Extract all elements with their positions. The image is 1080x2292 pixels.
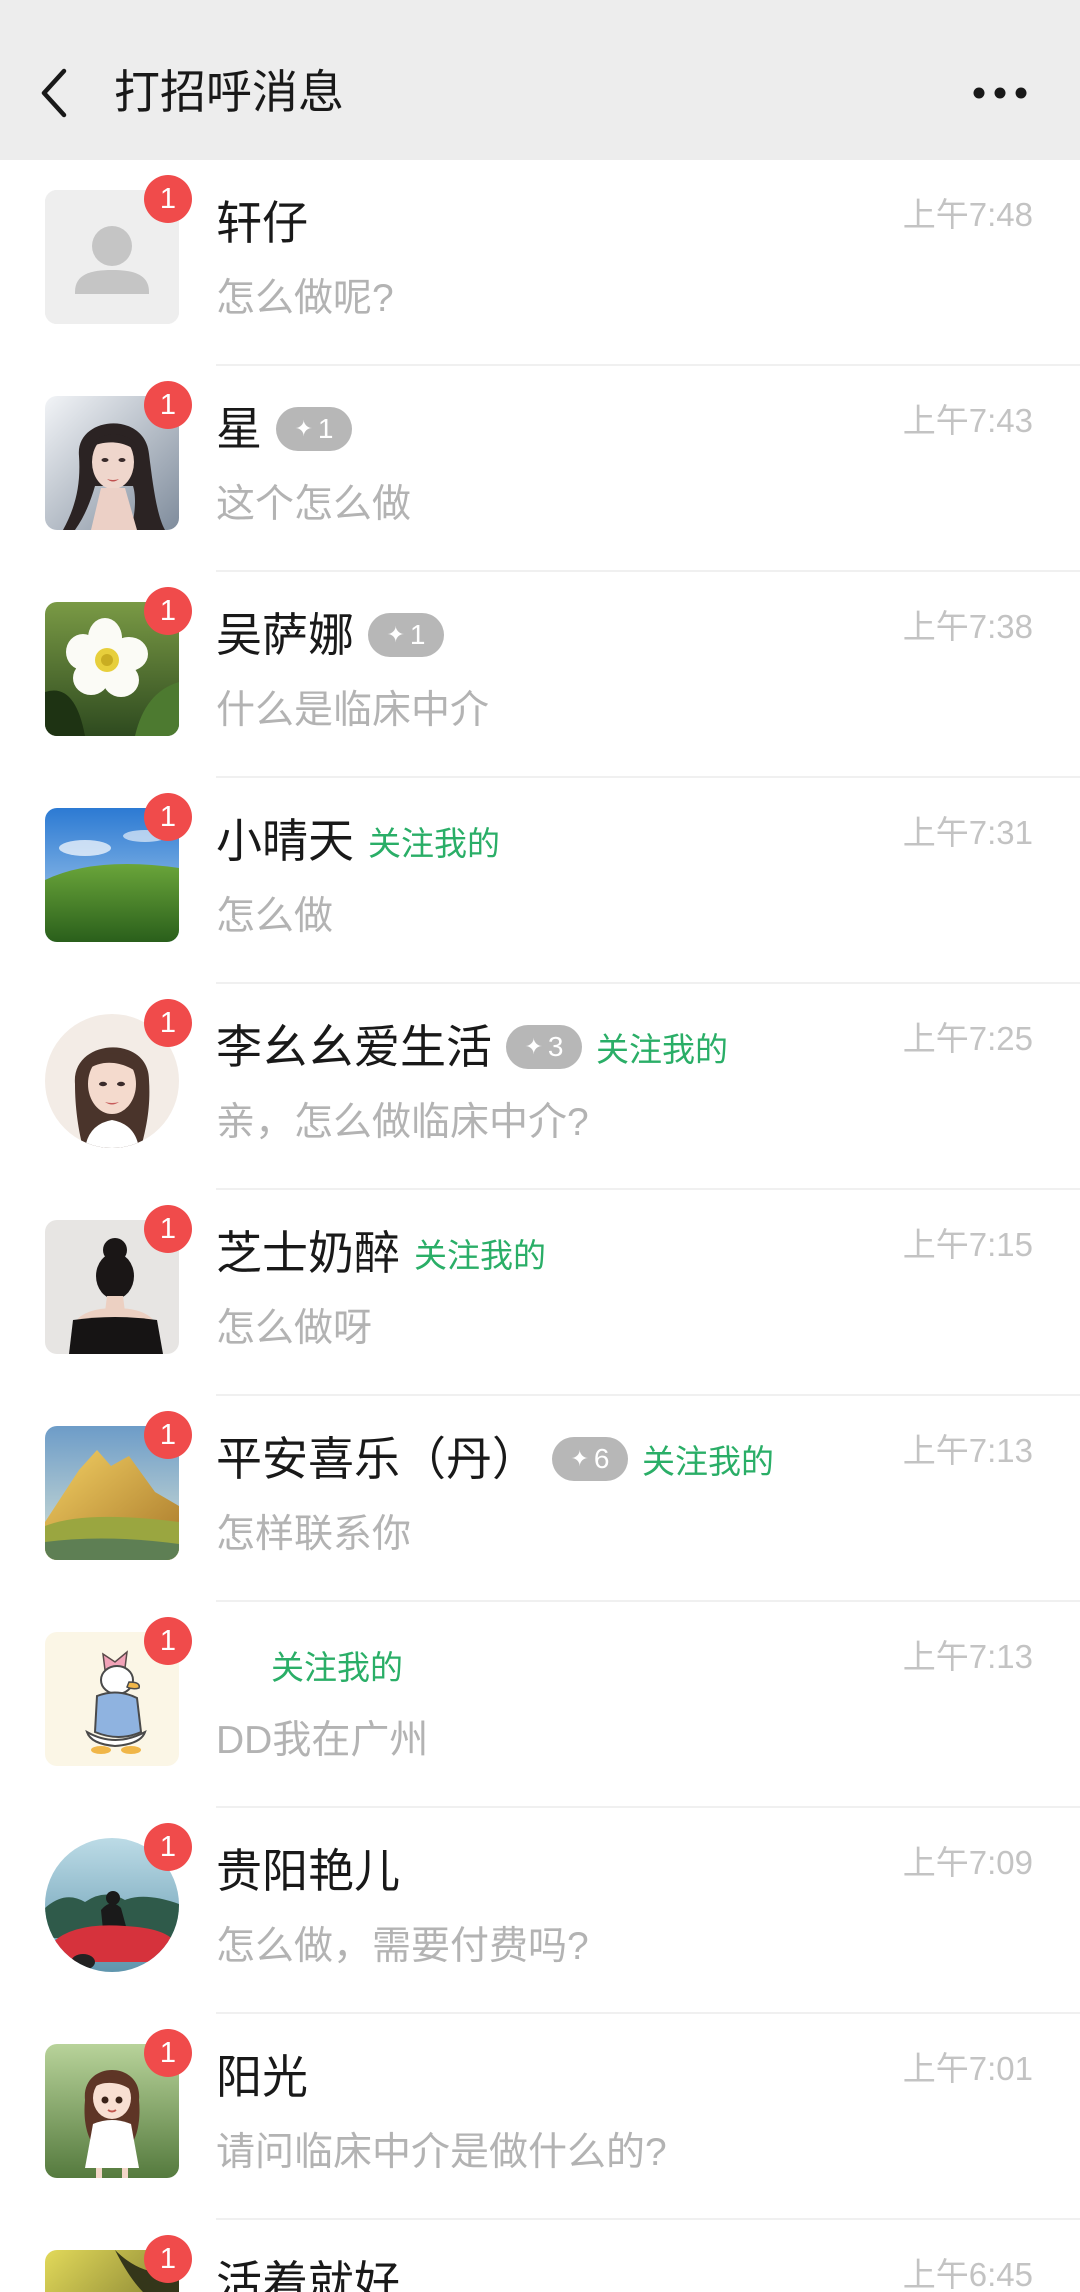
message-preview: 什么是临床中介	[216, 689, 490, 732]
page-title: 打招呼消息	[114, 66, 344, 118]
name-line: 贵阳艳儿	[216, 1845, 870, 1897]
contact-name: 活着就好	[216, 2257, 400, 2292]
unread-badge: 1	[144, 175, 192, 223]
name-line: 小晴天 关注我的	[216, 815, 870, 867]
timestamp: 上午7:31	[902, 814, 1033, 851]
more-dots-icon	[973, 87, 1027, 99]
timestamp: 上午6:45	[902, 2256, 1033, 2292]
name-line: 星 ✦ 1	[216, 403, 870, 455]
sparkle-icon: ✦	[524, 1034, 543, 1060]
unread-badge: 1	[144, 793, 192, 841]
timestamp: 上午7:13	[902, 1638, 1033, 1675]
boost-tag: ✦ 3	[506, 1025, 582, 1069]
message-preview: 怎么做，需要付费吗?	[216, 1925, 589, 1968]
timestamp: 上午7:48	[902, 196, 1033, 233]
boost-count: 1	[317, 413, 334, 444]
sparkle-icon: ✦	[570, 1446, 589, 1472]
timestamp: 上午7:38	[902, 608, 1033, 645]
contact-name: 吴萨娜	[216, 609, 354, 661]
follows-me-tag: 关注我的	[414, 1237, 546, 1274]
name-line: 芝士奶醉 关注我的	[216, 1227, 870, 1279]
greeting-row[interactable]: 1 李幺幺爱生活 ✦ 3 关注我的 上午7:25 亲，怎么做临床中介?	[0, 984, 1080, 1190]
boost-count: 6	[593, 1443, 610, 1474]
name-line: 李幺幺爱生活 ✦ 3 关注我的	[216, 1021, 870, 1073]
timestamp: 上午7:09	[902, 1844, 1033, 1881]
timestamp: 上午7:13	[902, 1432, 1033, 1469]
message-preview: 怎样联系你	[216, 1513, 412, 1556]
unread-badge: 1	[144, 587, 192, 635]
boost-count: 3	[547, 1031, 564, 1062]
message-preview: 请问临床中介是做什么的?	[216, 2131, 667, 2174]
contact-name: 阳光	[216, 2051, 308, 2103]
greeting-row[interactable]: 1 芝士奶醉 关注我的 上午7:15 怎么做呀	[0, 1190, 1080, 1396]
message-preview: DD我在广州	[216, 1719, 429, 1762]
follows-me-tag: 关注我的	[642, 1443, 774, 1480]
greeting-row[interactable]: 1 阳光 上午7:01 请问临床中介是做什么的?	[0, 2014, 1080, 2220]
greeting-row[interactable]: 1 小晴天 关注我的 上午7:31 怎么做	[0, 778, 1080, 984]
name-line: 平安喜乐（丹） ✦ 6 关注我的	[216, 1433, 870, 1485]
more-button[interactable]	[960, 76, 1040, 110]
name-line: 关注我的	[216, 1639, 870, 1691]
unread-badge: 1	[144, 2029, 192, 2077]
message-preview: 亲，怎么做临床中介?	[216, 1101, 589, 1144]
greeting-row[interactable]: 1 平安喜乐（丹） ✦ 6 关注我的 上午7:13 怎样联系你	[0, 1396, 1080, 1602]
unread-badge: 1	[144, 2235, 192, 2283]
message-preview: 怎么做呀	[216, 1307, 373, 1350]
back-button[interactable]	[36, 66, 72, 120]
unread-badge: 1	[144, 381, 192, 429]
timestamp: 上午7:15	[902, 1226, 1033, 1263]
unread-badge: 1	[144, 1823, 192, 1871]
unread-badge: 1	[144, 1205, 192, 1253]
title-bar: 打招呼消息	[0, 0, 1080, 160]
name-line: 活着就好	[216, 2257, 870, 2292]
message-preview: 这个怎么做	[216, 483, 412, 526]
sparkle-icon: ✦	[386, 622, 405, 648]
greeting-list: 1 轩仔 上午7:48 怎么做呢? 1 星 ✦ 1 上午7:43 这个怎么做 1…	[0, 160, 1080, 2292]
boost-tag: ✦ 1	[276, 407, 352, 451]
greeting-row[interactable]: 1 吴萨娜 ✦ 1 上午7:38 什么是临床中介	[0, 572, 1080, 778]
contact-name: 贵阳艳儿	[216, 1845, 400, 1897]
greeting-row[interactable]: 1 轩仔 上午7:48 怎么做呢?	[0, 160, 1080, 366]
contact-name: 平安喜乐（丹）	[216, 1433, 538, 1485]
name-line: 吴萨娜 ✦ 1	[216, 609, 870, 661]
greeting-row[interactable]: 1 活着就好 上午6:45	[0, 2220, 1080, 2292]
greeting-row[interactable]: 1 星 ✦ 1 上午7:43 这个怎么做	[0, 366, 1080, 572]
chevron-left-icon	[41, 68, 67, 118]
name-line: 轩仔	[216, 197, 870, 249]
timestamp: 上午7:01	[902, 2050, 1033, 2087]
boost-tag: ✦ 6	[552, 1437, 628, 1481]
unread-badge: 1	[144, 1411, 192, 1459]
sparkle-icon: ✦	[294, 416, 313, 442]
timestamp: 上午7:43	[902, 402, 1033, 439]
contact-name: 芝士奶醉	[216, 1227, 400, 1279]
boost-tag: ✦ 1	[368, 613, 444, 657]
timestamp: 上午7:25	[902, 1020, 1033, 1057]
greeting-row[interactable]: 1 关注我的 上午7:13 DD我在广州	[0, 1602, 1080, 1808]
follows-me-tag: 关注我的	[271, 1649, 403, 1686]
message-preview: 怎么做呢?	[216, 277, 394, 320]
contact-name: 李幺幺爱生活	[216, 1021, 492, 1073]
greeting-row[interactable]: 1 贵阳艳儿 上午7:09 怎么做，需要付费吗?	[0, 1808, 1080, 2014]
follows-me-tag: 关注我的	[596, 1031, 728, 1068]
follows-me-tag: 关注我的	[368, 825, 500, 862]
unread-badge: 1	[144, 999, 192, 1047]
contact-name: 轩仔	[216, 197, 308, 249]
boost-count: 1	[409, 619, 426, 650]
contact-name: 小晴天	[216, 815, 354, 867]
contact-name: 星	[216, 403, 262, 455]
greetings-page: 打招呼消息 1 轩仔 上午7:48 怎么做呢? 1 星 ✦ 1 上午7:43 这…	[0, 0, 1080, 2292]
name-line: 阳光	[216, 2051, 870, 2103]
message-preview: 怎么做	[216, 895, 334, 938]
unread-badge: 1	[144, 1617, 192, 1665]
